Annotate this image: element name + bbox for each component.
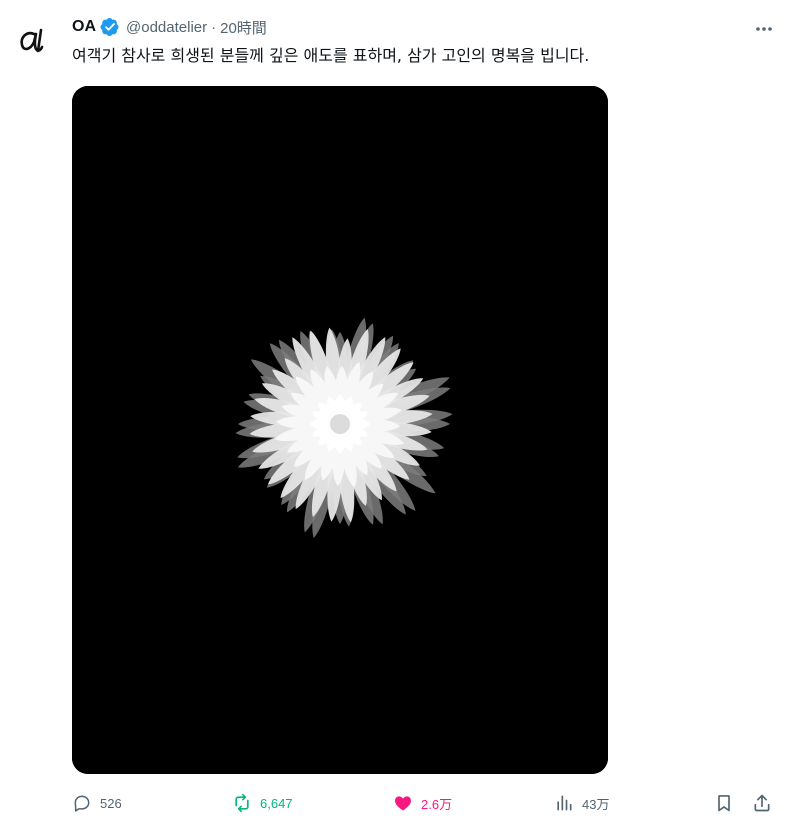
like-icon: [394, 796, 412, 811]
retweet-icon: [235, 793, 249, 813]
like-count: 2.6万: [421, 796, 453, 812]
verified-icon: [100, 17, 120, 37]
like-button[interactable]: 2.6万: [393, 790, 452, 816]
timestamp[interactable]: 20時間: [220, 17, 267, 38]
separator-dot: ·: [211, 18, 217, 36]
reply-count: 526: [100, 795, 122, 811]
action-bar: 526 6,647 2.6万 43万: [72, 790, 784, 816]
tweet-header: OA @oddatelier · 20時間: [72, 14, 267, 40]
bookmark-icon: [718, 795, 730, 812]
share-icon: [754, 794, 770, 812]
views-icon: [557, 795, 572, 811]
tweet-image[interactable]: [72, 86, 608, 774]
more-icon[interactable]: [753, 18, 775, 40]
retweet-button[interactable]: 6,647: [232, 790, 293, 816]
share-button[interactable]: [752, 790, 772, 816]
oa-logo-icon: [20, 28, 44, 53]
view-count: 43万: [582, 796, 610, 812]
tweet-text: 여객기 참사로 희생된 분들께 깊은 애도를 표하며, 삼가 고인의 명복을 빕…: [72, 46, 590, 65]
chrysanthemum-image: [72, 86, 608, 774]
display-name[interactable]: OA: [72, 18, 96, 36]
retweet-count: 6,647: [260, 795, 293, 811]
views-button[interactable]: 43万: [554, 790, 609, 816]
handle[interactable]: @oddatelier: [126, 19, 207, 36]
avatar[interactable]: [14, 20, 54, 60]
reply-icon: [74, 795, 90, 812]
bookmark-button[interactable]: [714, 790, 734, 816]
reply-button[interactable]: 526: [72, 790, 122, 816]
